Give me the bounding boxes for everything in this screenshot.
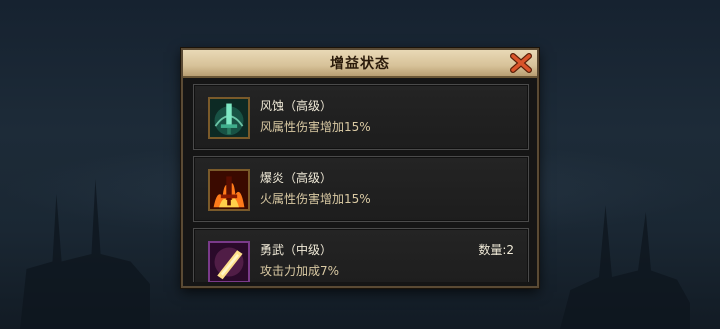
buff-name: 勇武（中级） [260,243,333,257]
buff-count: 数量:2 [478,243,514,257]
buff-name: 风蚀（高级） [260,99,333,113]
wind-sword-icon [208,97,250,139]
buff-item-wind[interactable]: 风蚀（高级） 风属性伤害增加15% [193,84,529,150]
buff-list[interactable]: 风蚀（高级） 风属性伤害增加15% 爆炎（高级） 火属性伤害增加15% 勇武（中… [193,84,529,282]
buff-item-fire[interactable]: 爆炎（高级） 火属性伤害增加15% [193,156,529,222]
buff-name: 爆炎（高级） [260,171,333,185]
buff-description: 攻击力加成7% [260,264,340,278]
buff-description: 风属性伤害增加15% [260,120,371,134]
buff-status-dialog: 增益状态 风蚀（高级） 风属性伤害增加15% 爆炎（高级） 火属性伤害增加15%… [181,48,539,288]
buff-description: 火属性伤害增加15% [260,192,371,206]
fire-sword-icon [208,169,250,211]
golden-blade-icon [208,241,250,282]
close-icon [510,53,532,73]
buff-item-valor[interactable]: 勇武（中级） 数量:2 攻击力加成7% [193,228,529,282]
dialog-title: 增益状态 [330,56,390,72]
close-button[interactable] [509,52,533,74]
dialog-title-bar: 增益状态 [183,50,537,78]
